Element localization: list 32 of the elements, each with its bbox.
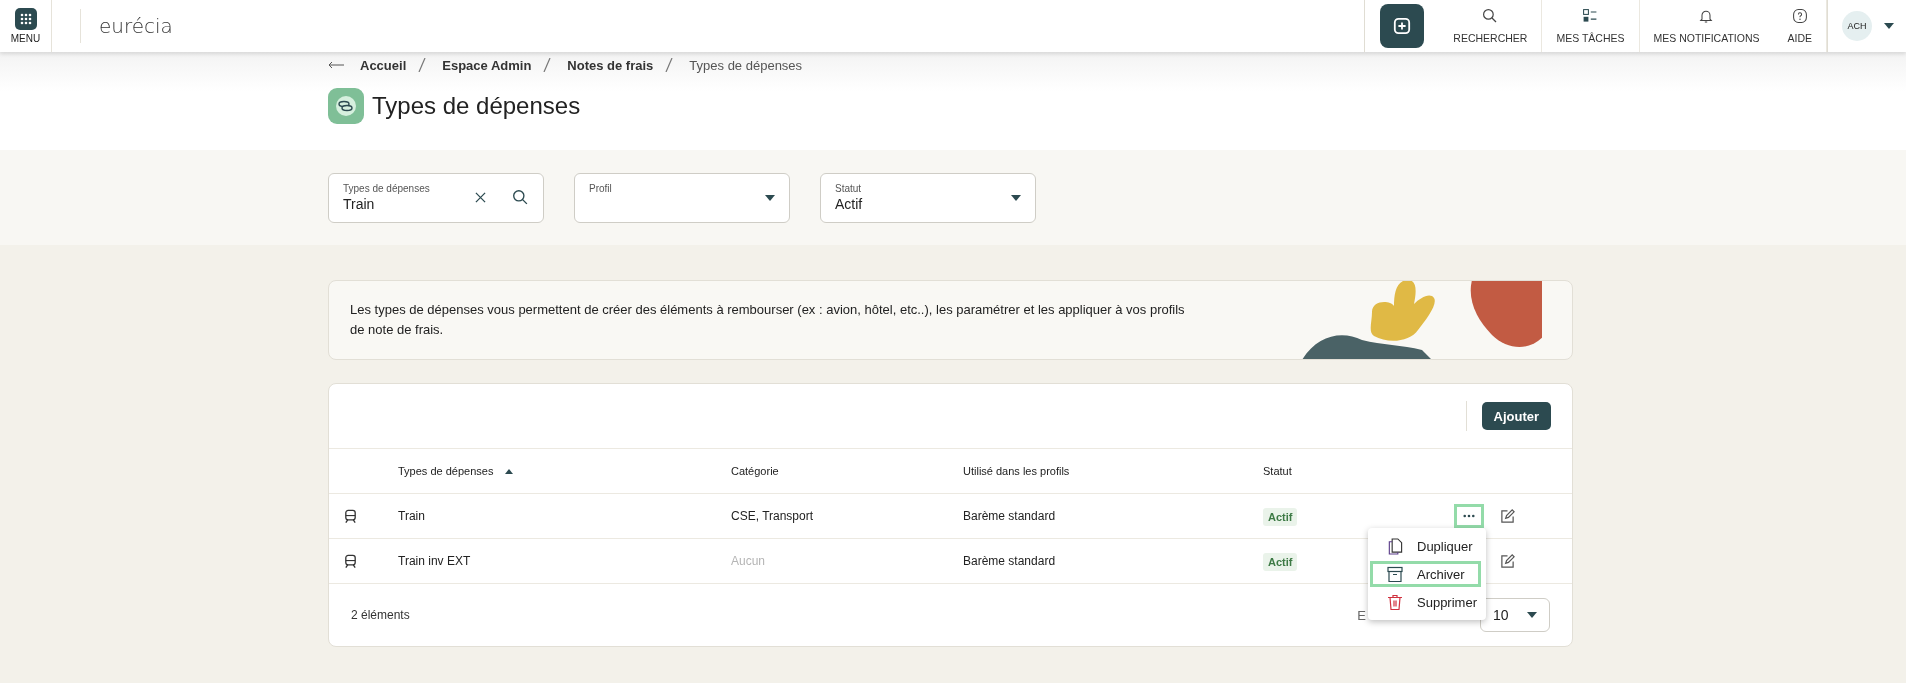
page-size-label: E (1357, 607, 1366, 623)
banner-text: Les types de dépenses vous permettent de créer des éléments à rembourser (ex : avion, hôtel, etc..), les paramétrer et les appliquer à vos profils de note de frais. (350, 301, 1186, 339)
select-field[interactable]: Profil (574, 172, 790, 223)
column-header: Catégorie (731, 465, 779, 477)
table-cell: CSE, Transport (731, 509, 814, 523)
menu-item[interactable]: Archiver (1370, 561, 1481, 587)
breadcrumb-item: Types de dépenses (689, 57, 803, 73)
breadcrumb-item[interactable]: Notes de frais (567, 57, 654, 73)
table-cell: Barème standard (963, 554, 1056, 568)
table-cell: Train inv EXT (398, 554, 471, 568)
nav-item[interactable]: MES NOTIFICATIONS (1639, 0, 1774, 52)
status-badge: Actif (1263, 553, 1298, 571)
status-badge: Actif (1263, 508, 1298, 526)
table-cell: Barème standard (963, 509, 1056, 523)
menu-item[interactable]: Supprimer (1370, 589, 1481, 615)
add-button[interactable]: Ajouter (1481, 402, 1551, 430)
column-header: Statut (1263, 465, 1292, 477)
search-field[interactable]: Types de dépenses Train (328, 172, 544, 223)
user-avatar[interactable]: ACH (1842, 11, 1872, 41)
menu-item[interactable]: Dupliquer (1370, 533, 1481, 559)
column-header[interactable]: Types de dépenses (398, 465, 514, 477)
item-count: 2 éléments (351, 608, 411, 622)
select-field[interactable]: Statut Actif (820, 172, 1036, 223)
page-title: Types de dépenses (372, 92, 581, 120)
logo[interactable]: eurécia (99, 14, 173, 38)
table-cell: Train (398, 509, 425, 523)
menu-button[interactable]: MENU (0, 0, 52, 52)
page-size-select[interactable]: 10 (1480, 598, 1550, 632)
breadcrumb-item[interactable]: Accueil (360, 57, 407, 73)
column-header: Utilisé dans les profils (963, 465, 1070, 477)
table-cell: Aucun (731, 554, 766, 568)
breadcrumb-item[interactable]: Espace Admin (442, 57, 532, 73)
